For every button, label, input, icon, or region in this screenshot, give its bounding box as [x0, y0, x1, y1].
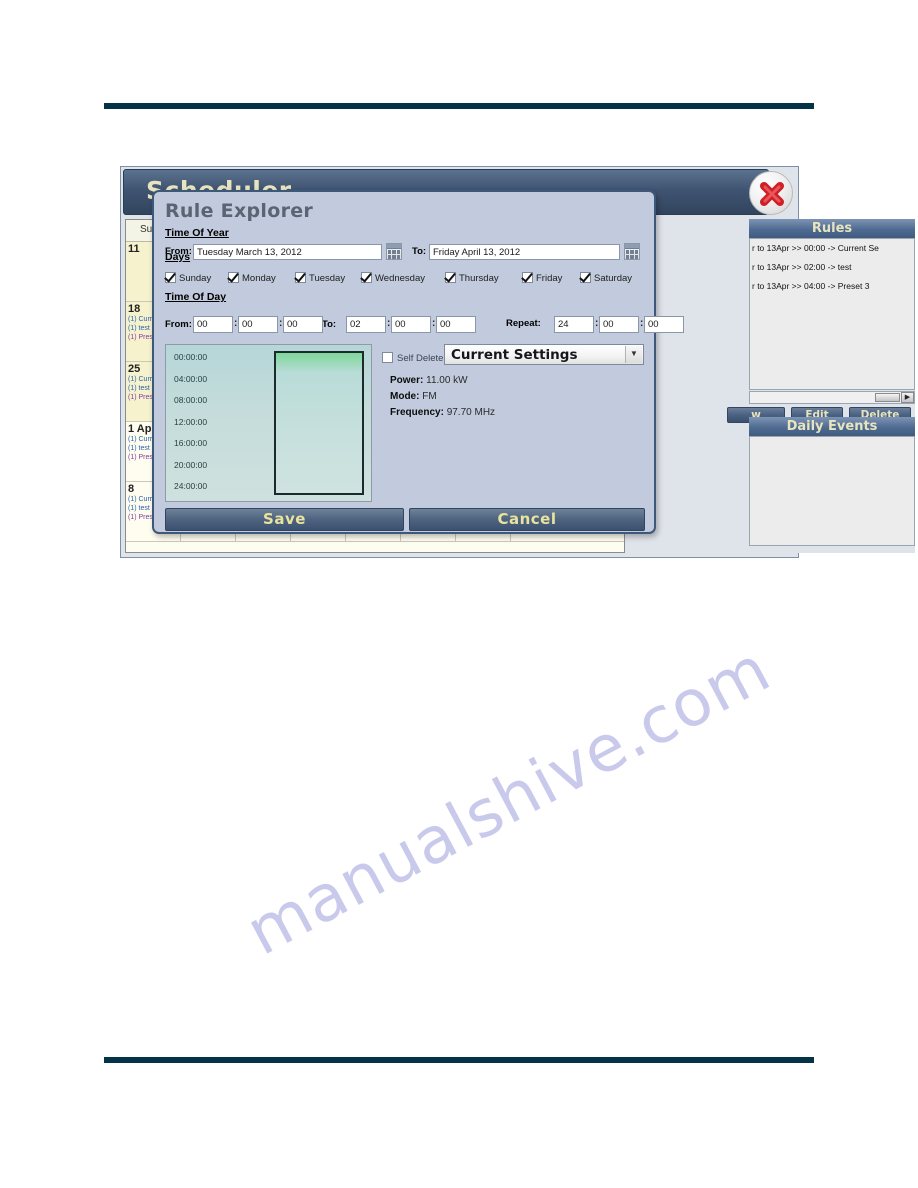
timeline-label: 04:00:00 — [174, 373, 208, 384]
rules-panel-header: Rules — [749, 219, 915, 238]
timeline-label: 08:00:00 — [174, 395, 208, 405]
preset-select[interactable]: Current Settings ▼ — [444, 344, 644, 365]
day-label: Saturday — [594, 273, 633, 284]
checkbox-icon[interactable] — [580, 272, 591, 283]
timeline-label: 24:00:00 — [174, 481, 208, 491]
calendar-picker-icon[interactable] — [386, 243, 402, 260]
day-checkbox-wednesday[interactable]: Wednesday — [361, 268, 425, 286]
day-checkbox-thursday[interactable]: Thursday — [445, 268, 499, 286]
time-repeat-seconds-input[interactable]: 00 — [644, 316, 684, 333]
time-to-hours-input[interactable]: 02 — [346, 316, 386, 333]
self-delete-control[interactable]: Self Delete — [382, 348, 443, 366]
scroll-right-arrow-icon[interactable]: ▶ — [901, 392, 914, 403]
self-delete-label: Self Delete — [397, 353, 444, 364]
dialog-title: Rule Explorer — [165, 200, 314, 222]
page-top-rule — [104, 103, 814, 109]
repeat-label: Repeat: — [506, 318, 541, 329]
cancel-button[interactable]: Cancel — [409, 508, 645, 531]
save-button[interactable]: Save — [165, 508, 404, 531]
mode-label: Mode: — [390, 391, 420, 402]
daily-events-panel-header: Daily Events — [749, 417, 915, 436]
time-separator: : — [640, 318, 644, 329]
time-of-day-to-label: To: — [322, 319, 337, 330]
power-detail: Power: 11.00 kW — [390, 375, 468, 386]
time-separator: : — [387, 318, 391, 329]
time-separator: : — [595, 318, 599, 329]
day-label: Friday — [536, 273, 563, 284]
days-section-label: Days — [165, 251, 191, 263]
time-from-seconds-input[interactable]: 00 — [283, 316, 323, 333]
self-delete-checkbox[interactable] — [382, 352, 393, 363]
timeline-active-block — [274, 351, 364, 495]
frequency-label: Frequency: — [390, 407, 444, 418]
time-of-year-from-input[interactable]: Tuesday March 13, 2012 — [193, 244, 382, 260]
time-of-year-to-input[interactable]: Friday April 13, 2012 — [429, 244, 620, 260]
day-label: Thursday — [459, 273, 499, 284]
rule-list-item[interactable]: r to 13Apr >> 02:00 -> test — [750, 258, 914, 277]
time-separator: : — [432, 318, 436, 329]
day-label: Tuesday — [309, 273, 346, 284]
day-label: Sunday — [179, 273, 212, 284]
days-checkbox-row: Sunday Monday Tuesday Wednesday Thursday Frid… — [165, 268, 645, 284]
timeline-label: 16:00:00 — [174, 438, 208, 448]
mode-value: FM — [422, 391, 437, 402]
time-repeat-minutes-input[interactable]: 00 — [599, 316, 639, 333]
daily-events-list[interactable] — [749, 436, 915, 546]
mode-detail: Mode: FM — [390, 391, 437, 402]
day-checkbox-friday[interactable]: Friday — [522, 268, 562, 286]
power-value: 11.00 kW — [426, 375, 468, 386]
frequency-value: 97.70 MHz — [446, 407, 496, 418]
time-from-hours-input[interactable]: 00 — [193, 316, 233, 333]
preset-select-value: Current Settings — [451, 347, 578, 363]
checkbox-icon[interactable] — [445, 272, 456, 283]
power-label: Power: — [390, 375, 424, 386]
rule-list-item[interactable]: r to 13Apr >> 00:00 -> Current Se — [750, 239, 914, 258]
day-checkbox-saturday[interactable]: Saturday — [580, 268, 632, 286]
rule-list-item[interactable]: r to 13Apr >> 04:00 -> Preset 3 — [750, 277, 914, 296]
time-separator: : — [234, 318, 238, 329]
time-of-day-section-label: Time Of Day — [165, 291, 227, 303]
time-to-seconds-input[interactable]: 00 — [436, 316, 476, 333]
checkbox-icon[interactable] — [295, 272, 306, 283]
time-separator: : — [279, 318, 283, 329]
frequency-detail: Frequency: 97.70 MHz — [390, 407, 495, 418]
time-from-minutes-input[interactable]: 00 — [238, 316, 278, 333]
day-label: Monday — [242, 273, 276, 284]
rule-explorer-dialog: Rule Explorer Time Of Year From: Tuesday… — [152, 190, 684, 534]
time-repeat-hours-input[interactable]: 24 — [554, 316, 594, 333]
day-checkbox-sunday[interactable]: Sunday — [165, 268, 211, 286]
scrollbar-thumb[interactable] — [875, 393, 900, 402]
time-of-year-section-label: Time Of Year — [165, 227, 229, 239]
watermark-text: manualshive.com — [235, 632, 783, 971]
timeline-label: 20:00:00 — [174, 459, 208, 470]
calendar-weekday-su: Su — [140, 224, 153, 235]
checkbox-icon[interactable] — [165, 272, 176, 283]
timeline-preview[interactable]: 00:00:00 04:00:00 08:00:00 12:00:00 16:00:00… — [165, 344, 372, 502]
checkbox-icon[interactable] — [522, 272, 533, 283]
time-of-day-from-label: From: — [165, 319, 192, 330]
day-label: Wednesday — [375, 273, 425, 284]
day-checkbox-monday[interactable]: Monday — [228, 268, 276, 286]
checkbox-icon[interactable] — [361, 272, 372, 283]
timeline-label: 12:00:00 — [174, 416, 208, 427]
time-to-minutes-input[interactable]: 00 — [391, 316, 431, 333]
close-icon[interactable] — [749, 171, 793, 215]
rules-list[interactable]: r to 13Apr >> 00:00 -> Current Se r to 13… — [749, 238, 915, 390]
chevron-down-icon[interactable]: ▼ — [625, 346, 642, 363]
page-bottom-rule — [104, 1057, 814, 1063]
timeline-label: 00:00:00 — [174, 352, 208, 362]
time-of-year-to-label: To: — [412, 246, 427, 257]
calendar-picker-icon[interactable] — [624, 243, 640, 260]
checkbox-icon[interactable] — [228, 272, 239, 283]
day-checkbox-tuesday[interactable]: Tuesday — [295, 268, 345, 286]
rules-horizontal-scrollbar[interactable]: ▶ — [749, 391, 915, 404]
rules-side-panel: Rules r to 13Apr >> 00:00 -> Current Se r… — [727, 219, 915, 553]
